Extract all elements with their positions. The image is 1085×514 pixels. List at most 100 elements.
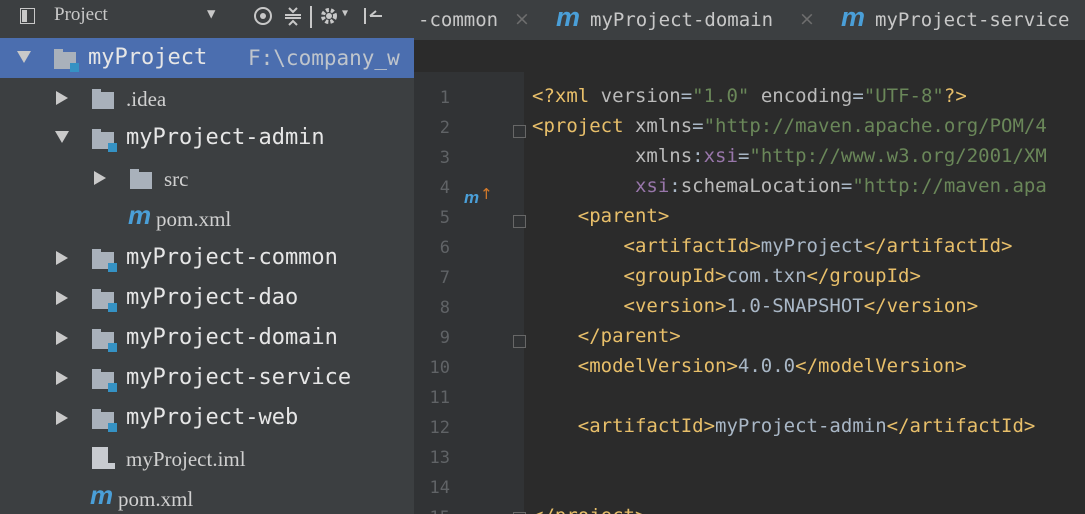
- project-panel-title[interactable]: Project: [54, 4, 108, 26]
- code-token: xsi: [634, 175, 670, 197]
- tree-item-pom-xml[interactable]: m pom.xml: [0, 478, 414, 514]
- tree-item-myproject-admin[interactable]: myProject-admin: [0, 118, 414, 158]
- maven-icon: m: [841, 2, 866, 32]
- line-number: 5: [439, 208, 450, 228]
- tree-item-pom-xml[interactable]: m pom.xml: [0, 198, 414, 238]
- scroll-from-source-icon[interactable]: [252, 5, 274, 27]
- tree-item-myproject-common[interactable]: myProject-common: [0, 238, 414, 278]
- tree-item-src[interactable]: src: [0, 158, 414, 198]
- tab-label: myProject-domain: [590, 9, 774, 31]
- tree-item-myproject-service[interactable]: myProject-service: [0, 358, 414, 398]
- collapse-arrow-icon[interactable]: [94, 171, 106, 185]
- tree-item-label: myProject-service: [126, 365, 352, 390]
- collapse-arrow-icon[interactable]: [56, 331, 68, 345]
- tab-mproject-common[interactable]: -common ×: [414, 0, 544, 40]
- code-token: xmlns: [634, 145, 693, 167]
- tab-myproject-domain[interactable]: m myProject-domain ×: [554, 0, 834, 40]
- hide-panel-icon[interactable]: [362, 5, 384, 27]
- maven-parent-gutter-icon[interactable]: m: [464, 188, 479, 208]
- code-token: <version>: [623, 295, 727, 317]
- code-line[interactable]: <artifactId>myProject</artifactId>: [532, 235, 1013, 257]
- module-folder-icon: [92, 369, 117, 392]
- line-number: 2: [439, 118, 450, 138]
- line-number: 7: [439, 268, 450, 288]
- code-token: </project>: [532, 505, 646, 514]
- tree-item-myproject-iml[interactable]: myProject.iml: [0, 438, 414, 478]
- tree-item-label: myProject-domain: [126, 325, 338, 350]
- expand-arrow-icon[interactable]: [17, 51, 31, 63]
- code-line[interactable]: </project>: [532, 505, 646, 514]
- code-token: xmlns: [634, 115, 693, 137]
- code-token: </parent>: [577, 325, 681, 347]
- tree-item-path: F:\company_w: [248, 46, 400, 70]
- project-panel-header: Project ▼ ▼: [0, 0, 414, 33]
- fold-marker[interactable]: [513, 125, 526, 138]
- toolbar-separator: [310, 6, 312, 28]
- code-line[interactable]: xsi:schemaLocation="http://maven.apa: [532, 175, 1047, 197]
- close-icon[interactable]: ×: [799, 8, 815, 30]
- code-token: encoding: [760, 85, 853, 107]
- collapse-arrow-icon[interactable]: [56, 251, 68, 265]
- collapse-arrow-icon[interactable]: [56, 371, 68, 385]
- collapse-arrow-icon[interactable]: [56, 411, 68, 425]
- code-token: :: [692, 145, 704, 167]
- view-selector-dropdown-icon[interactable]: ▼: [207, 6, 215, 22]
- fold-marker[interactable]: [513, 215, 526, 228]
- collapse-all-icon[interactable]: [282, 5, 304, 27]
- collapse-arrow-icon[interactable]: [56, 291, 68, 305]
- line-number: 13: [429, 448, 450, 468]
- code-token: 4.0.0: [737, 355, 796, 377]
- line-number: 14: [429, 478, 450, 498]
- tree-item-myproject-web[interactable]: myProject-web: [0, 398, 414, 438]
- tree-item-myproject-dao[interactable]: myProject-dao: [0, 278, 414, 318]
- close-icon[interactable]: ×: [514, 8, 530, 30]
- code-token: </version>: [863, 295, 979, 317]
- code-line[interactable]: <?xml version="1.0" encoding="UTF-8"?>: [532, 85, 967, 107]
- code-token: :: [669, 175, 681, 197]
- code-line[interactable]: <parent>: [532, 205, 670, 227]
- code-line[interactable]: xmlns:xsi="http://www.w3.org/2001/XM: [532, 145, 1047, 167]
- code-line[interactable]: <modelVersion>4.0.0</modelVersion>: [532, 355, 967, 377]
- tree-item-label: myProject-dao: [126, 285, 299, 310]
- tab-label: -common: [418, 9, 499, 31]
- code-line[interactable]: <groupId>com.txn</groupId>: [532, 265, 921, 287]
- tree-item-myproject[interactable]: myProject F:\company_w: [0, 38, 414, 78]
- expand-arrow-icon[interactable]: [55, 131, 69, 143]
- line-number: 3: [439, 148, 450, 168]
- code-token: "http://maven.apa: [852, 175, 1047, 197]
- code-line[interactable]: </parent>: [532, 325, 681, 347]
- navigate-up-arrow-icon[interactable]: ↑: [480, 185, 493, 203]
- code-token: =: [737, 145, 750, 167]
- code-token: </artifactId>: [886, 415, 1036, 437]
- folder-icon: [130, 169, 152, 189]
- code-token: =: [840, 175, 853, 197]
- maven-icon: m: [556, 2, 581, 32]
- code-token: <groupId>: [623, 265, 727, 287]
- code-line[interactable]: <artifactId>myProject-admin</artifactId>: [532, 415, 1036, 437]
- code-editor[interactable]: m ↑ 123456789101112131415 <?xml version=…: [414, 72, 1085, 514]
- settings-dropdown-icon[interactable]: ▼: [342, 8, 348, 19]
- tab-myproject-service[interactable]: m myProject-service: [839, 0, 1085, 40]
- code-token: version: [600, 85, 681, 107]
- fold-marker[interactable]: [513, 335, 526, 348]
- code-line[interactable]: <project xmlns="http://maven.apache.org/…: [532, 115, 1047, 137]
- code-token: xsi: [703, 145, 738, 167]
- code-token: 1.0-SNAPSHOT: [726, 295, 864, 317]
- module-folder-icon: [92, 329, 117, 352]
- code-token: "http://maven.apache.org/POM/4: [703, 115, 1047, 137]
- tree-item-label: pom.xml: [118, 487, 194, 511]
- code-line[interactable]: <version>1.0-SNAPSHOT</version>: [532, 295, 979, 317]
- module-folder-icon: [92, 129, 117, 152]
- settings-gear-icon[interactable]: [318, 5, 340, 27]
- module-folder-icon: [54, 49, 79, 72]
- tree-item-myproject-domain[interactable]: myProject-domain: [0, 318, 414, 358]
- tree-item-label: src: [164, 167, 189, 191]
- code-token: com.txn: [726, 265, 807, 287]
- tree-item--idea[interactable]: .idea: [0, 78, 414, 118]
- collapse-arrow-icon[interactable]: [56, 91, 68, 105]
